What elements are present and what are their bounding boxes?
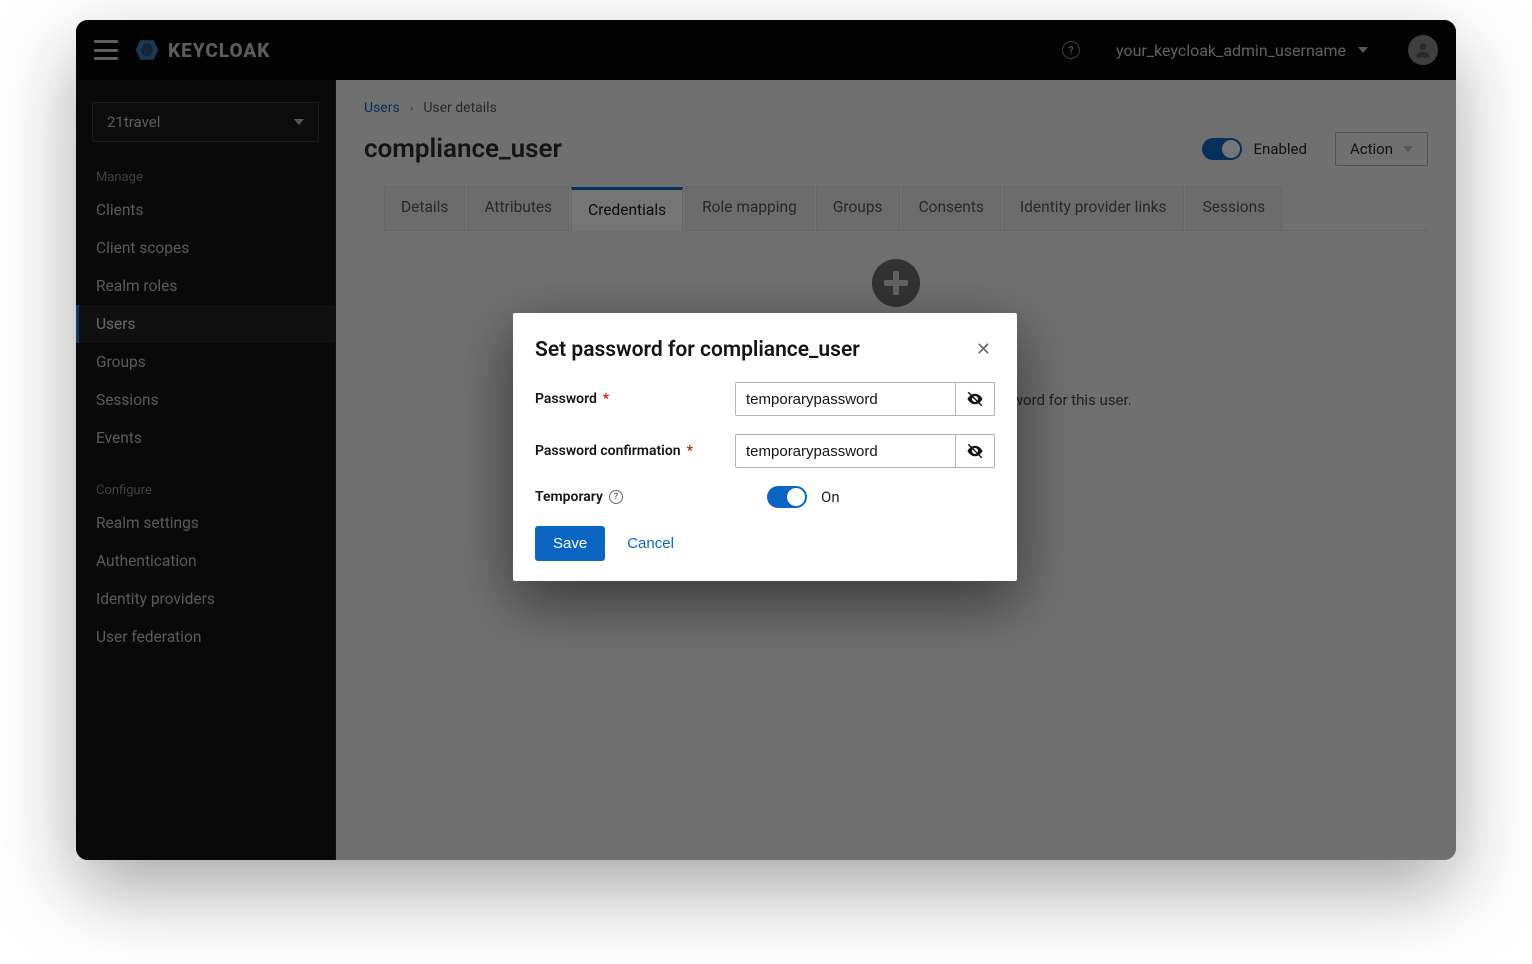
toggle-password-visibility-icon[interactable] — [955, 382, 995, 416]
help-icon[interactable]: ? — [609, 490, 623, 504]
required-indicator: * — [603, 391, 609, 407]
password-confirm-label: Password confirmation * — [535, 443, 735, 459]
password-label: Password * — [535, 391, 735, 407]
temporary-label: Temporary ? — [535, 489, 735, 505]
app-window: KEYCLOAK ? your_keycloak_admin_username … — [76, 20, 1456, 860]
password-confirm-input[interactable] — [735, 434, 955, 468]
toggle-password-visibility-icon[interactable] — [955, 434, 995, 468]
cancel-button[interactable]: Cancel — [627, 535, 674, 552]
temporary-toggle[interactable] — [767, 486, 807, 508]
close-icon[interactable]: ✕ — [972, 335, 995, 364]
password-input[interactable] — [735, 382, 955, 416]
save-button[interactable]: Save — [535, 526, 605, 561]
set-password-modal: Set password for compliance_user ✕ Passw… — [513, 313, 1017, 581]
temporary-state: On — [821, 488, 840, 506]
required-indicator: * — [687, 443, 693, 459]
modal-title: Set password for compliance_user — [535, 338, 860, 362]
